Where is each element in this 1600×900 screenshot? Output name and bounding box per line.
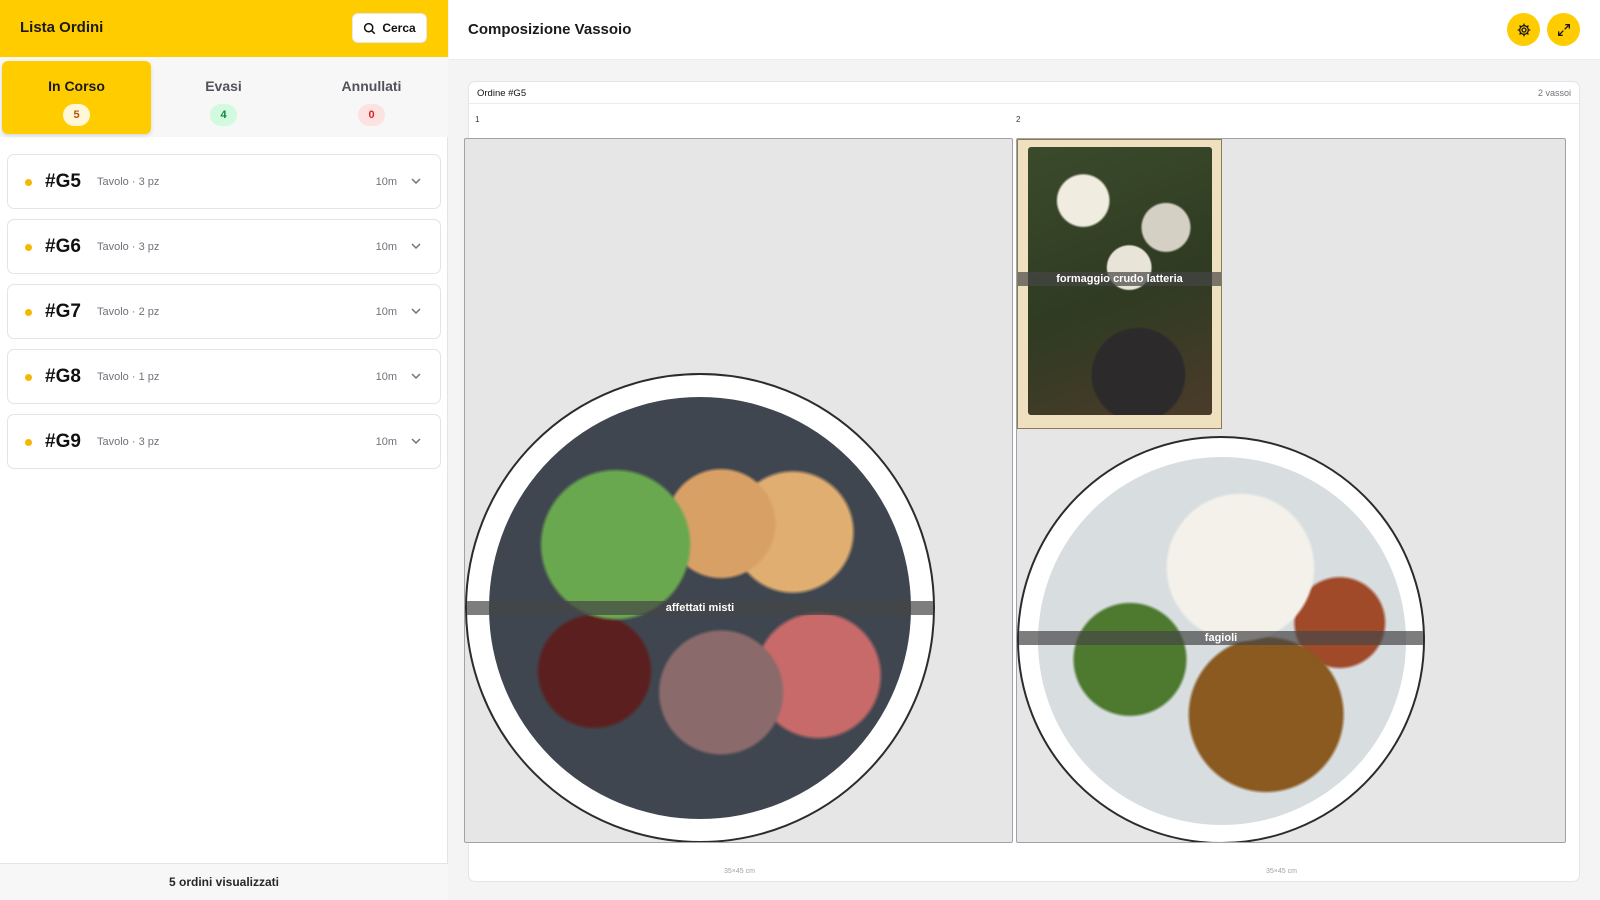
plate-item[interactable]: fagioli	[1017, 436, 1425, 842]
expand-icon	[1557, 23, 1570, 36]
order-time: 10m	[375, 176, 397, 188]
order-id: #G6	[45, 236, 81, 257]
order-id: #G8	[45, 366, 81, 387]
trays-count: 2 vassoi	[1537, 88, 1571, 98]
card-header: Ordine #G5 2 vassoi	[469, 82, 1579, 104]
order-time: 10m	[375, 371, 397, 383]
search-button-label: Cerca	[382, 21, 416, 35]
rect-item[interactable]: formaggio crudo latteria	[1017, 139, 1222, 429]
status-dot	[25, 179, 32, 186]
tab-evasi[interactable]: Evasi 4	[149, 61, 298, 134]
item-label: formaggio crudo latteria	[1018, 272, 1221, 286]
tab-annullati[interactable]: Annullati 0	[297, 61, 446, 134]
orders-header: Lista Ordini Cerca	[0, 0, 448, 57]
tray-2[interactable]: formaggio crudo latteria fagioli	[1016, 138, 1566, 843]
tab-label: In Corso	[48, 78, 105, 94]
fullscreen-button[interactable]	[1547, 13, 1580, 46]
status-dot	[25, 244, 32, 251]
order-meta: Tavolo · 2 pz	[97, 306, 160, 318]
status-dot	[25, 439, 32, 446]
chevron-down-icon[interactable]	[410, 175, 422, 187]
status-dot	[25, 309, 32, 316]
order-id: #G7	[45, 301, 81, 322]
order-row[interactable]: #G9 Tavolo · 3 pz 10m	[7, 414, 441, 469]
status-tabs: In Corso 5 Evasi 4 Annullati 0	[0, 57, 448, 137]
order-time: 10m	[375, 436, 397, 448]
chevron-down-icon[interactable]	[410, 305, 422, 317]
tab-in-corso[interactable]: In Corso 5	[2, 61, 151, 134]
status-dot	[25, 374, 32, 381]
tray-number: 1	[475, 115, 480, 124]
chevron-down-icon[interactable]	[410, 240, 422, 252]
search-icon	[364, 22, 376, 34]
search-button[interactable]: Cerca	[352, 13, 427, 43]
plate-item[interactable]: affettati misti	[465, 373, 935, 842]
item-label: fagioli	[1019, 631, 1423, 645]
gear-icon	[1517, 23, 1530, 36]
order-label: Ordine #G5	[477, 88, 527, 99]
orders-title: Lista Ordini	[20, 19, 104, 36]
tray-composition-card: Ordine #G5 2 vassoi 1 2 affettati misti …	[464, 81, 1580, 882]
order-time: 10m	[375, 306, 397, 318]
order-meta: Tavolo · 1 pz	[97, 371, 160, 383]
settings-button[interactable]	[1507, 13, 1540, 46]
orders-list: #G5 Tavolo · 3 pz 10m #G6 Tavolo · 3 pz …	[7, 154, 441, 479]
chevron-down-icon[interactable]	[410, 370, 422, 382]
tab-count-badge: 0	[358, 104, 385, 126]
order-meta: Tavolo · 3 pz	[97, 241, 160, 253]
order-row[interactable]: #G8 Tavolo · 1 pz 10m	[7, 349, 441, 404]
order-time: 10m	[375, 241, 397, 253]
order-id: #G9	[45, 431, 81, 452]
tab-count-badge: 4	[210, 104, 237, 126]
tray-size: 35×45 cm	[1266, 868, 1297, 875]
tab-label: Annullati	[341, 78, 402, 94]
tray-number: 2	[1016, 115, 1021, 124]
orders-footer: 5 ordini visualizzati	[0, 863, 448, 900]
tab-label: Evasi	[205, 78, 242, 94]
orders-panel: Lista Ordini Cerca In Corso 5 Evasi 4 An…	[0, 0, 448, 900]
tray-1[interactable]: affettati misti	[464, 138, 1013, 843]
tray-size: 35×45 cm	[724, 868, 755, 875]
order-row[interactable]: #G7 Tavolo · 2 pz 10m	[7, 284, 441, 339]
order-row[interactable]: #G6 Tavolo · 3 pz 10m	[7, 219, 441, 274]
order-meta: Tavolo · 3 pz	[97, 436, 160, 448]
order-row[interactable]: #G5 Tavolo · 3 pz 10m	[7, 154, 441, 209]
composition-header: Composizione Vassoio	[449, 0, 1600, 60]
page-title: Composizione Vassoio	[468, 21, 632, 38]
tab-count-badge: 5	[63, 104, 90, 126]
chevron-down-icon[interactable]	[410, 435, 422, 447]
item-label: affettati misti	[467, 601, 933, 615]
order-meta: Tavolo · 3 pz	[97, 176, 160, 188]
order-id: #G5	[45, 171, 81, 192]
